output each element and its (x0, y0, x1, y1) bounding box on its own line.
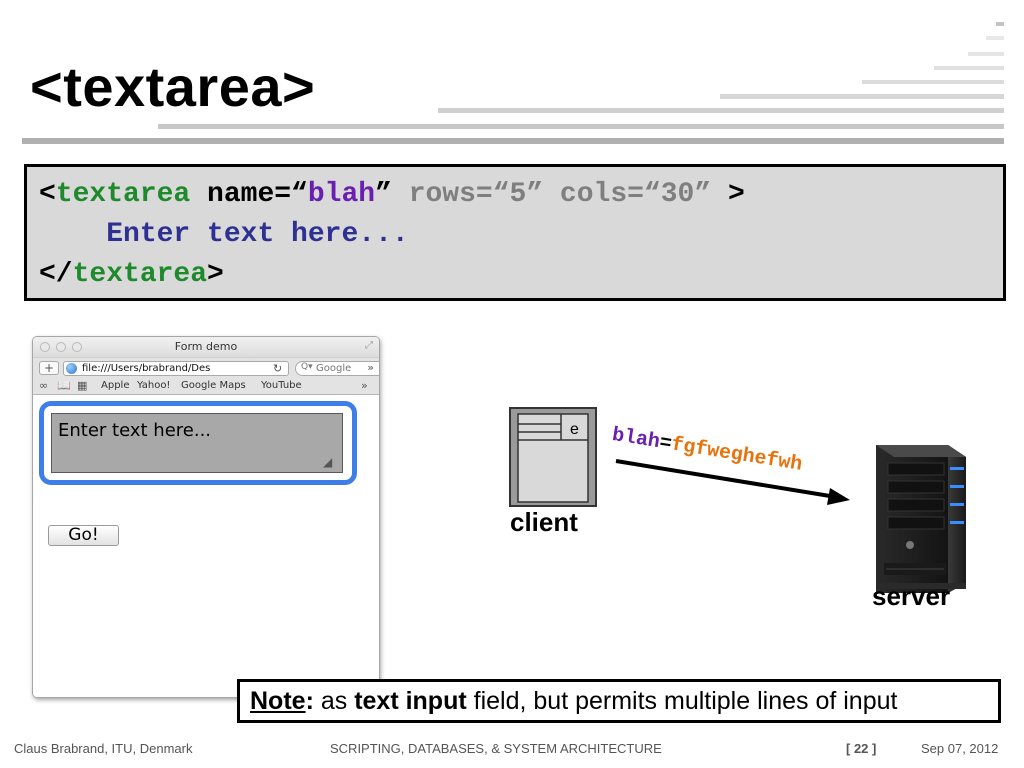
code-lt: < (39, 179, 56, 210)
code-lt-slash: </ (39, 259, 73, 290)
code-gt: > (727, 179, 745, 210)
browser-toolbar: + file:///Users/brabrand/Des ↻ Google Q▾… (33, 357, 379, 377)
bookmark-apple[interactable]: Apple (101, 380, 129, 391)
slide-title: <textarea> (30, 55, 316, 118)
bookmark-google-maps[interactable]: Google Maps (181, 380, 246, 391)
browser-window: Form demo ⤢ + file:///Users/brabrand/Des… (32, 336, 380, 698)
go-button[interactable]: Go! (48, 525, 119, 546)
note-box: Note: as text input field, but permits m… (237, 679, 1001, 723)
fullscreen-icon[interactable]: ⤢ (365, 340, 373, 351)
note-text-a: as (313, 687, 355, 715)
code-name-attr: name=“ (190, 179, 308, 210)
server-icon (876, 445, 966, 593)
browser-titlebar[interactable]: Form demo ⤢ (33, 337, 379, 357)
bookmarks-bar: ∞ 📖 ▦ Apple Yahoo! Google Maps YouTube » (33, 377, 379, 395)
code-name-value: blah (307, 179, 376, 210)
bookmarks-overflow-icon[interactable]: » (361, 379, 368, 392)
footer-page-number: [ 22 ] (846, 741, 877, 756)
book-icon[interactable]: 📖 (57, 379, 71, 392)
demo-textarea[interactable]: Enter text here... (51, 413, 343, 473)
code-rows-cols: rows=“5” cols=“30” (391, 179, 728, 210)
browser-content: Enter text here... ◢ Go! (33, 395, 379, 697)
footer-author: Claus Brabrand, ITU, Denmark (14, 741, 193, 756)
toolbar-overflow-icon[interactable]: » (367, 361, 374, 374)
note-label: Note (250, 687, 306, 715)
search-icon: Q▾ (301, 362, 313, 372)
code-tag-close: textarea (72, 259, 208, 290)
code-close-quote: ” (375, 179, 392, 210)
add-bookmark-button[interactable]: + (39, 361, 59, 375)
server-label: server (872, 581, 951, 611)
note-text-bold: text input (354, 687, 467, 715)
footer-date: Sep 07, 2012 (921, 741, 999, 756)
reader-glasses-icon[interactable]: ∞ (39, 379, 48, 392)
resize-grip-icon[interactable]: ◢ (323, 455, 332, 469)
code-block: <textarea name=“blah” rows=“5” cols=“30”… (24, 164, 1006, 301)
client-icon: e (509, 407, 597, 507)
note-text-b: field, but permits multiple lines of inp… (466, 687, 898, 715)
code-content: Enter text here... (106, 219, 409, 250)
code-tag-open: textarea (55, 179, 191, 210)
bookmark-yahoo[interactable]: Yahoo! (137, 380, 170, 391)
note-colon: : (305, 687, 314, 715)
address-bar[interactable]: file:///Users/brabrand/Des (63, 361, 289, 376)
reload-icon[interactable]: ↻ (273, 362, 282, 375)
client-label: client (510, 507, 578, 537)
bookmark-youtube[interactable]: YouTube (261, 380, 302, 391)
globe-icon (66, 363, 77, 374)
footer-course: SCRIPTING, DATABASES, & SYSTEM ARCHITECT… (330, 741, 662, 756)
code-gt-end: > (207, 259, 224, 290)
client-field-letter: e (570, 421, 579, 438)
window-title: Form demo (174, 340, 238, 353)
grid-icon[interactable]: ▦ (77, 379, 87, 392)
